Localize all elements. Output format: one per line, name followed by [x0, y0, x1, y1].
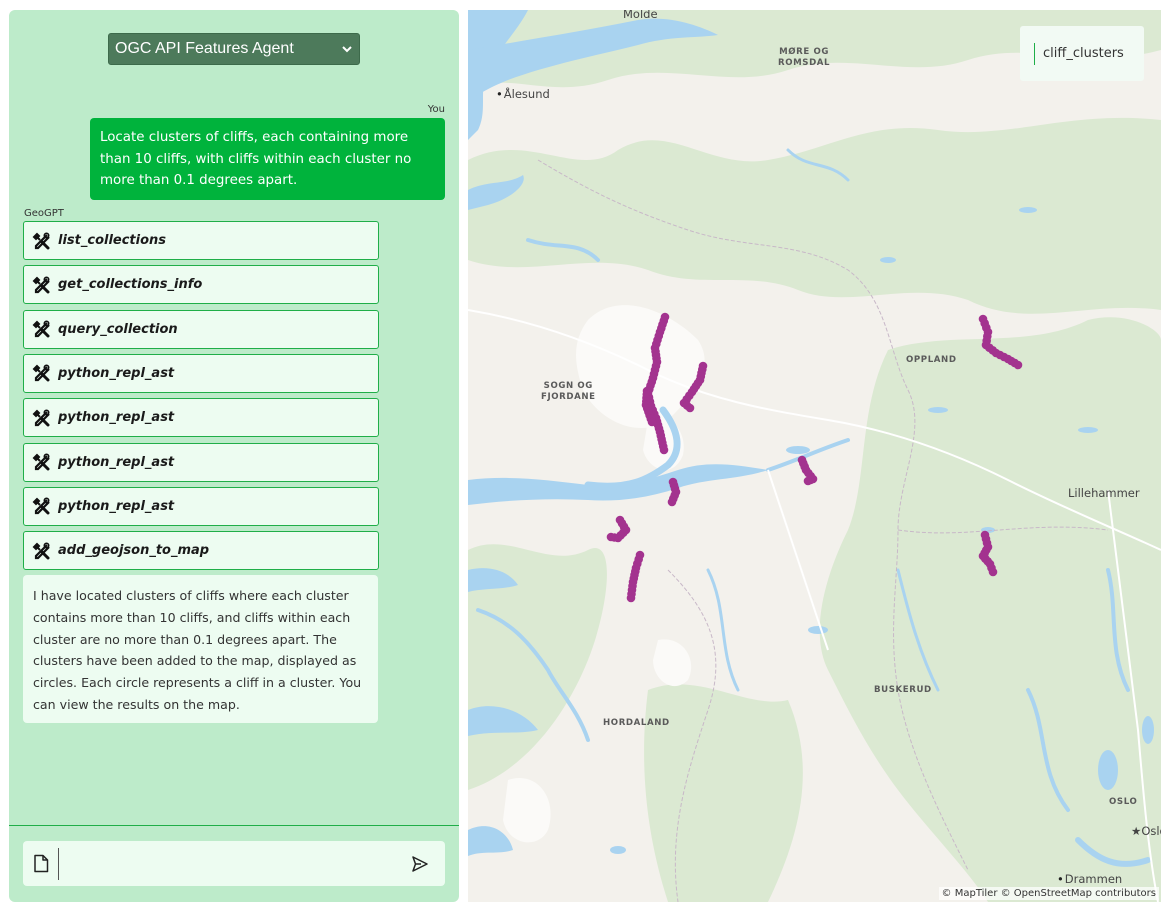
legend-divider — [1034, 43, 1035, 65]
user-message: Locate clusters of cliffs, each containi… — [90, 118, 445, 200]
tool-call-label: python_repl_ast — [58, 365, 175, 381]
cliff-point[interactable] — [1013, 360, 1023, 370]
cliff-clusters-layer[interactable] — [468, 10, 1161, 902]
legend-layer-name: cliff_clusters — [1043, 46, 1124, 61]
tool-call-python-repl-ast[interactable]: python_repl_ast — [23, 442, 379, 482]
map-view[interactable]: Molde MØRE OG ROMSDAL Ålesund SOGN OG FJ… — [468, 10, 1161, 902]
tool-call-label: add_geojson_to_map — [58, 543, 210, 559]
agent-select-value: OGC API Features Agent — [115, 40, 294, 57]
cliff-point[interactable] — [647, 417, 657, 427]
tools-icon — [32, 364, 50, 382]
chat-panel: OGC API Features Agent You Locate cluste… — [9, 10, 459, 902]
message-input[interactable] — [58, 848, 398, 880]
cliff-point[interactable] — [606, 532, 616, 542]
tools-icon — [32, 497, 50, 515]
tool-call-python-repl-ast[interactable]: python_repl_ast — [23, 353, 379, 393]
layer-legend[interactable]: cliff_clusters — [1020, 26, 1144, 81]
tool-call-python-repl-ast[interactable]: python_repl_ast — [23, 398, 379, 438]
message-composer — [23, 841, 445, 886]
map-attribution: © MapTiler © OpenStreetMap contributors — [938, 887, 1159, 900]
assistant-message: I have located clusters of cliffs where … — [23, 575, 378, 723]
tool-call-add-geojson-to-map[interactable]: add_geojson_to_map — [23, 531, 379, 571]
send-icon[interactable] — [411, 855, 429, 873]
cliff-point[interactable] — [803, 476, 813, 486]
tool-call-label: python_repl_ast — [58, 410, 175, 426]
agent-select[interactable]: OGC API Features Agent — [108, 33, 360, 65]
tool-call-get-collections-info[interactable]: get_collections_info — [23, 265, 379, 305]
tool-call-label: list_collections — [58, 233, 167, 248]
tools-icon — [32, 542, 50, 560]
tool-call-label: query_collection — [58, 321, 178, 337]
tool-call-label: python_repl_ast — [58, 454, 175, 470]
tool-call-label: python_repl_ast — [58, 498, 175, 514]
tools-icon — [32, 409, 50, 427]
file-icon[interactable] — [33, 854, 49, 873]
cliff-point[interactable] — [988, 567, 998, 577]
tools-icon — [32, 453, 50, 471]
tools-icon — [32, 231, 50, 249]
assistant-label: GeoGPT — [24, 208, 64, 219]
tool-call-list-collections[interactable]: list_collections — [23, 221, 379, 260]
cliff-point[interactable] — [667, 497, 677, 507]
cliff-point[interactable] — [685, 403, 695, 413]
cliff-point[interactable] — [659, 445, 669, 455]
cliff-point[interactable] — [626, 593, 636, 603]
tool-call-query-collection[interactable]: query_collection — [23, 309, 379, 349]
user-label: You — [427, 104, 445, 115]
chat-divider — [9, 825, 459, 826]
tools-icon — [32, 276, 50, 294]
tools-icon — [32, 320, 50, 338]
tool-call-label: get_collections_info — [58, 277, 203, 293]
tool-call-python-repl-ast[interactable]: python_repl_ast — [23, 486, 379, 526]
chevron-down-icon — [342, 46, 352, 53]
